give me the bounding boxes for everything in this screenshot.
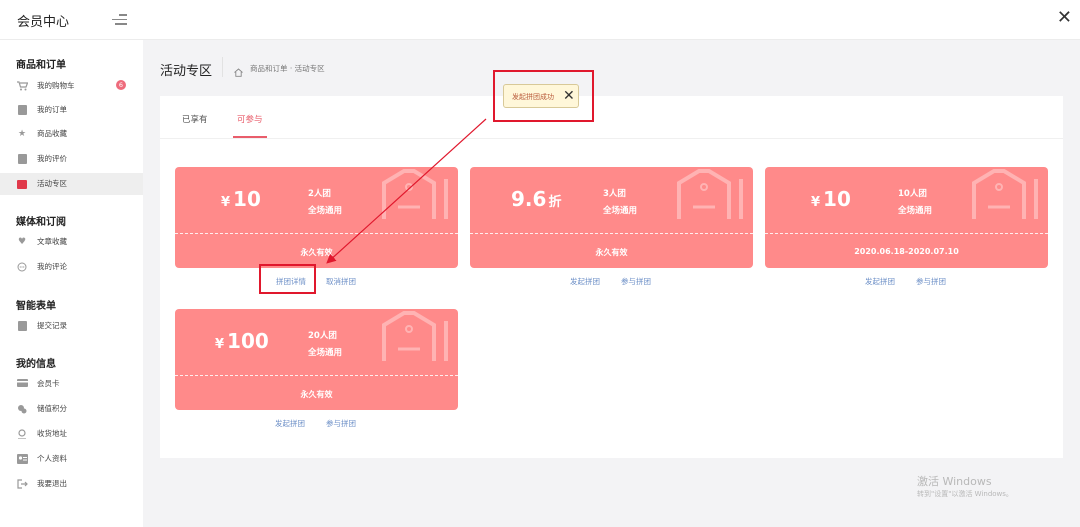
activity-icon (17, 180, 27, 189)
sidebar-item-label: 会员卡 (37, 379, 60, 388)
home-icon[interactable] (234, 62, 243, 77)
top-bar: 会员中心 ✕ (0, 0, 1080, 40)
join-group-link[interactable]: 参与拼团 (916, 276, 946, 287)
tab-joinable[interactable]: 可参与 (237, 113, 263, 125)
order-icon (18, 105, 27, 115)
sidebar-item-label: 活动专区 (37, 179, 67, 188)
coupon-divider (765, 233, 1048, 234)
sidebar-section-title: 商品和订单 (16, 60, 66, 71)
sidebar-item-points[interactable]: 储值积分 (0, 398, 143, 420)
coupon-scope: 全场通用 (603, 206, 638, 216)
coupon-amount: ¥10 (221, 187, 261, 211)
join-group-link[interactable]: 参与拼团 (326, 418, 356, 429)
highlight-box-detail-link (259, 264, 316, 294)
address-icon (17, 429, 27, 440)
form-icon (18, 321, 27, 331)
coupon-scope: 全场通用 (308, 348, 343, 358)
sidebar-section-title: 智能表单 (16, 301, 56, 312)
sidebar-item-address[interactable]: 收货地址 (0, 423, 143, 445)
sidebar-item-submissions[interactable]: 提交记录 (0, 315, 143, 337)
points-icon (17, 404, 27, 414)
sidebar-item-reviews[interactable]: 我的评价 (0, 148, 143, 170)
profile-icon (17, 454, 28, 464)
group-buy-coupon: 9.6 折 3人团 全场通用 永久有效 (470, 167, 753, 268)
sidebar-item-comments[interactable]: 我的评论 (0, 256, 143, 278)
sidebar-item-label: 我的购物车 (37, 81, 75, 90)
sidebar-item-member-card[interactable]: 会员卡 (0, 373, 143, 395)
highlight-box-toast (493, 70, 594, 122)
coupon-divider (470, 233, 753, 234)
coupon-divider (175, 233, 458, 234)
sidebar-section-title: 我的信息 (16, 359, 56, 370)
coupon-amount: ¥10 (811, 187, 851, 211)
page-title: 活动专区 (160, 64, 213, 79)
watermark-tag-icon (972, 169, 1038, 219)
group-size: 3人团 (603, 189, 626, 199)
join-group-link[interactable]: 参与拼团 (621, 276, 651, 287)
tab-divider (160, 138, 1063, 139)
watermark-tag-icon (677, 169, 743, 219)
group-size: 10人团 (898, 189, 927, 199)
sidebar-item-label: 个人资料 (37, 454, 67, 463)
cart-icon (17, 81, 29, 91)
sidebar-item-label: 收货地址 (37, 429, 67, 438)
sidebar-item-label: 我要退出 (37, 479, 67, 488)
sidebar: 商品和订单 我的购物车 6 我的订单 ★ 商品收藏 我的评价 活动专区 媒体和订… (0, 40, 143, 527)
sidebar-item-orders[interactable]: 我的订单 (0, 99, 143, 121)
coupon-validity: 永久有效 (300, 390, 333, 399)
windows-activation-title: 激活 Windows (917, 475, 992, 488)
sidebar-item-label: 提交记录 (37, 321, 67, 330)
sidebar-item-profile[interactable]: 个人资料 (0, 448, 143, 470)
sidebar-item-label: 我的评论 (37, 262, 67, 271)
start-group-link[interactable]: 发起拼团 (570, 276, 600, 287)
logout-icon (17, 479, 28, 489)
windows-activation-subtitle: 转到"设置"以激活 Windows。 (917, 490, 1013, 498)
group-size: 2人团 (308, 189, 331, 199)
close-icon[interactable]: ✕ (1057, 8, 1072, 28)
sidebar-item-logout[interactable]: 我要退出 (0, 473, 143, 495)
group-buy-coupon: ¥100 20人团 全场通用 永久有效 (175, 309, 458, 410)
sidebar-section-title: 媒体和订阅 (16, 217, 66, 228)
coupon-scope: 全场通用 (308, 206, 343, 216)
coupon-scope: 全场通用 (898, 206, 933, 216)
coupon-validity: 2020.06.18-2020.07.10 (854, 247, 959, 256)
app-title: 会员中心 (17, 15, 70, 30)
title-divider (222, 57, 223, 77)
review-icon (18, 154, 27, 164)
sidebar-item-label: 商品收藏 (37, 129, 67, 138)
coupon-divider (175, 375, 458, 376)
sidebar-item-cart[interactable]: 我的购物车 6 (0, 75, 143, 97)
watermark-tag-icon (382, 311, 448, 361)
card-icon (17, 379, 28, 389)
start-group-link[interactable]: 发起拼团 (275, 418, 305, 429)
group-buy-coupon: ¥10 10人团 全场通用 2020.06.18-2020.07.10 (765, 167, 1048, 268)
sidebar-item-favorites[interactable]: ★ 商品收藏 (0, 123, 143, 145)
breadcrumb: 商品和订单 · 活动专区 (250, 64, 325, 73)
coupon-validity: 永久有效 (595, 248, 628, 257)
group-buy-coupon: ¥10 2人团 全场通用 永久有效 (175, 167, 458, 268)
cancel-group-link[interactable]: 取消拼团 (326, 276, 356, 287)
coupon-validity: 永久有效 (300, 248, 333, 257)
tab-owned[interactable]: 已享有 (182, 113, 208, 125)
sidebar-item-label: 储值积分 (37, 404, 67, 413)
watermark-tag-icon (382, 169, 448, 219)
coupon-amount: 9.6 折 (511, 187, 562, 211)
star-icon: ★ (17, 129, 27, 139)
sidebar-item-label: 我的评价 (37, 154, 67, 163)
sidebar-item-label: 我的订单 (37, 105, 67, 114)
group-size: 20人团 (308, 331, 337, 341)
cart-count-badge: 6 (116, 80, 126, 90)
menu-collapse-icon[interactable] (112, 14, 127, 26)
start-group-link[interactable]: 发起拼团 (865, 276, 895, 287)
coupon-amount: ¥100 (215, 329, 269, 353)
sidebar-item-article-favorites[interactable]: ♥ 文章收藏 (0, 231, 143, 253)
heart-icon: ♥ (17, 237, 27, 247)
comment-icon (17, 262, 27, 272)
sidebar-item-activity[interactable]: 活动专区 (0, 173, 143, 195)
sidebar-item-label: 文章收藏 (37, 237, 67, 246)
